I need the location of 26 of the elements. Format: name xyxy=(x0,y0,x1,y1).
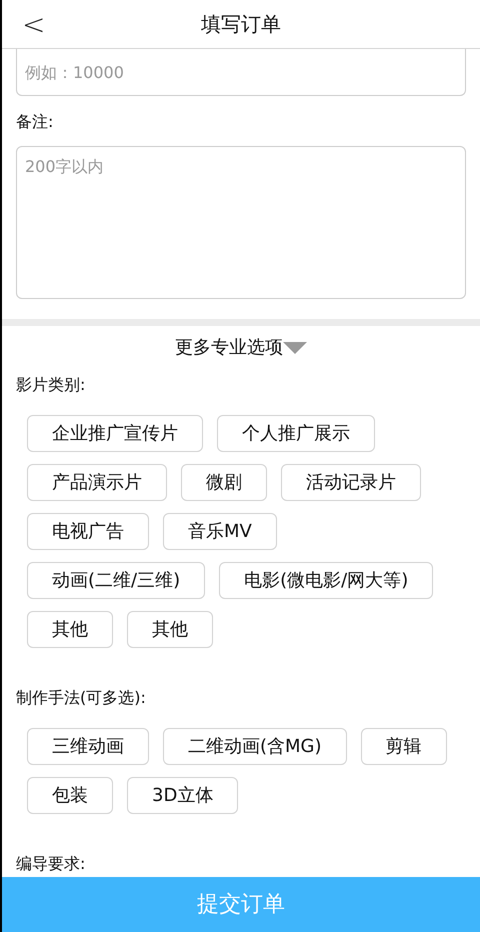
back-button[interactable]: < xyxy=(14,4,54,46)
tag-option[interactable]: 其他 xyxy=(27,611,113,648)
tag-option[interactable]: 电视广告 xyxy=(27,513,149,550)
tag-option[interactable]: 其他 xyxy=(127,611,213,648)
tag-option[interactable]: 3D立体 xyxy=(127,777,238,814)
more-options-toggle[interactable]: 更多专业选项 xyxy=(175,334,307,361)
section-label: 制作手法(可多选): xyxy=(16,687,147,709)
tag-option[interactable]: 活动记录片 xyxy=(281,464,421,501)
tag-option[interactable]: 二维动画(含MG) xyxy=(163,728,347,765)
dropdown-triangle-icon xyxy=(283,342,307,354)
section-label: 编导要求: xyxy=(16,853,86,875)
amount-field[interactable]: 例如：10000 xyxy=(16,49,466,96)
tag-option[interactable]: 剪辑 xyxy=(360,728,447,765)
remark-field[interactable]: 200字以内 xyxy=(16,146,466,299)
tag-option[interactable]: 产品演示片 xyxy=(27,464,167,501)
tag-option[interactable]: 企业推广宣传片 xyxy=(27,415,203,452)
tag-option[interactable]: 包装 xyxy=(27,777,113,814)
tag-option[interactable]: 电影(微电影/网大等) xyxy=(219,562,434,599)
tag-option[interactable]: 个人推广展示 xyxy=(217,415,375,452)
page-title: 填写订单 xyxy=(201,11,281,38)
remark-label: 备注: xyxy=(16,111,54,133)
section-label: 影片类别: xyxy=(16,374,86,396)
tag-option[interactable]: 微剧 xyxy=(181,464,267,501)
tag-option[interactable]: 音乐MV xyxy=(163,513,277,550)
tag-option[interactable]: 三维动画 xyxy=(27,728,149,765)
tag-option[interactable]: 动画(二维/三维) xyxy=(27,562,206,599)
